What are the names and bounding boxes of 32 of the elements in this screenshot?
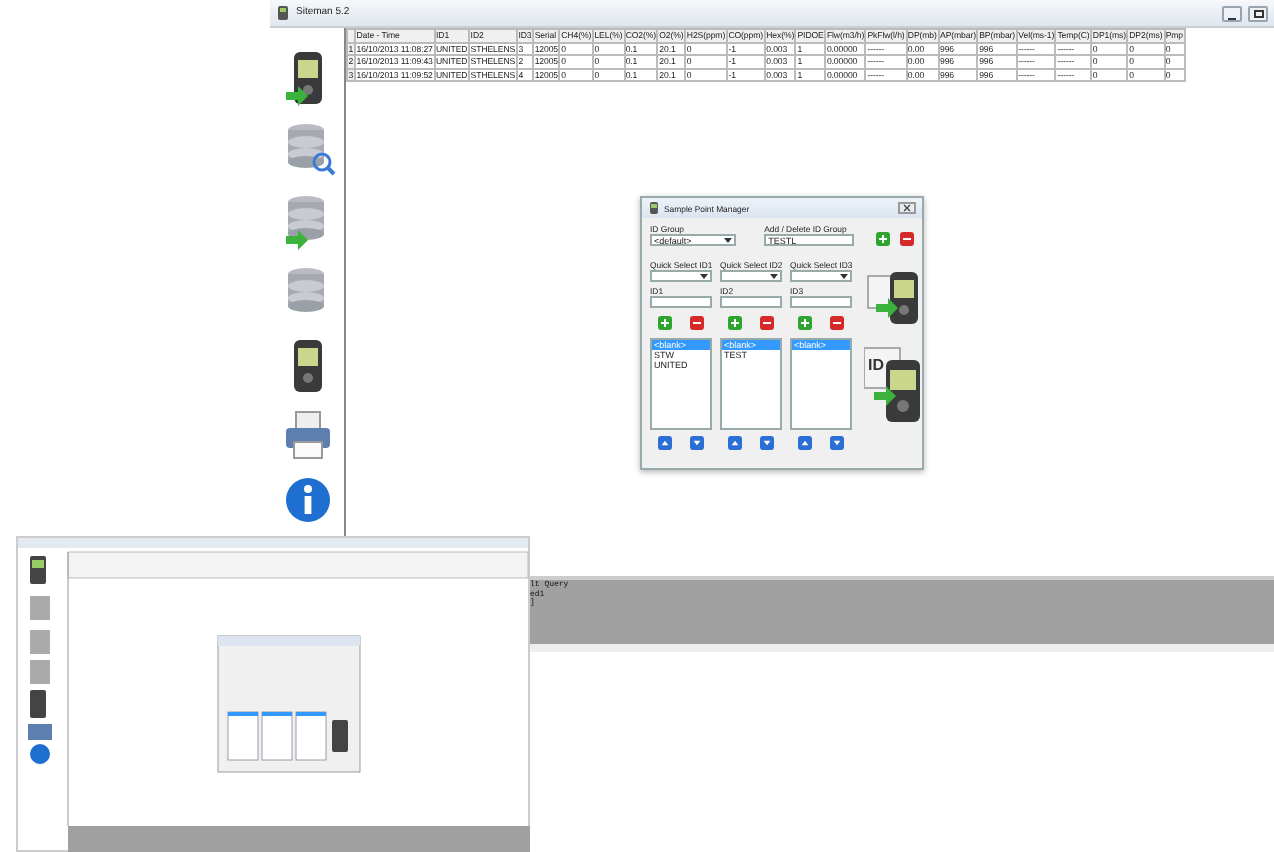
maximize-icon	[1253, 9, 1263, 17]
move-down-button[interactable]	[759, 436, 774, 450]
quick-select-dropdown[interactable]	[790, 270, 852, 282]
quick-select-dropdown[interactable]	[720, 270, 782, 282]
plus-button[interactable]	[876, 232, 890, 246]
move-down-button[interactable]	[689, 436, 704, 450]
dropdown-arrow-icon	[724, 236, 733, 244]
plus-button[interactable]	[798, 316, 813, 330]
id-input[interactable]	[650, 296, 712, 308]
dropdown-arrow-icon	[700, 272, 708, 280]
minus-button[interactable]	[829, 316, 844, 330]
dropdown-arrow-icon	[770, 272, 778, 280]
minus-button[interactable]	[759, 316, 774, 330]
id-input[interactable]	[790, 296, 852, 308]
quick-select-dropdown[interactable]	[650, 270, 712, 282]
move-up-button[interactable]	[798, 436, 813, 450]
plus-button[interactable]	[658, 316, 673, 330]
move-up-button[interactable]	[728, 436, 743, 450]
minimize-icon	[1228, 15, 1236, 19]
app-icon	[276, 6, 290, 20]
dropdown-arrow-icon	[840, 272, 848, 280]
minus-button[interactable]	[900, 232, 914, 246]
app-icon	[648, 202, 660, 214]
id-label: ID	[868, 354, 884, 378]
move-up-button[interactable]	[658, 436, 673, 450]
plus-button[interactable]	[728, 316, 743, 330]
id-input[interactable]	[720, 296, 782, 308]
move-down-button[interactable]	[829, 436, 844, 450]
minus-button[interactable]	[689, 316, 704, 330]
minimize-button[interactable]	[1222, 5, 1242, 21]
maximize-button[interactable]	[1248, 5, 1268, 21]
close-icon[interactable]	[898, 202, 916, 214]
